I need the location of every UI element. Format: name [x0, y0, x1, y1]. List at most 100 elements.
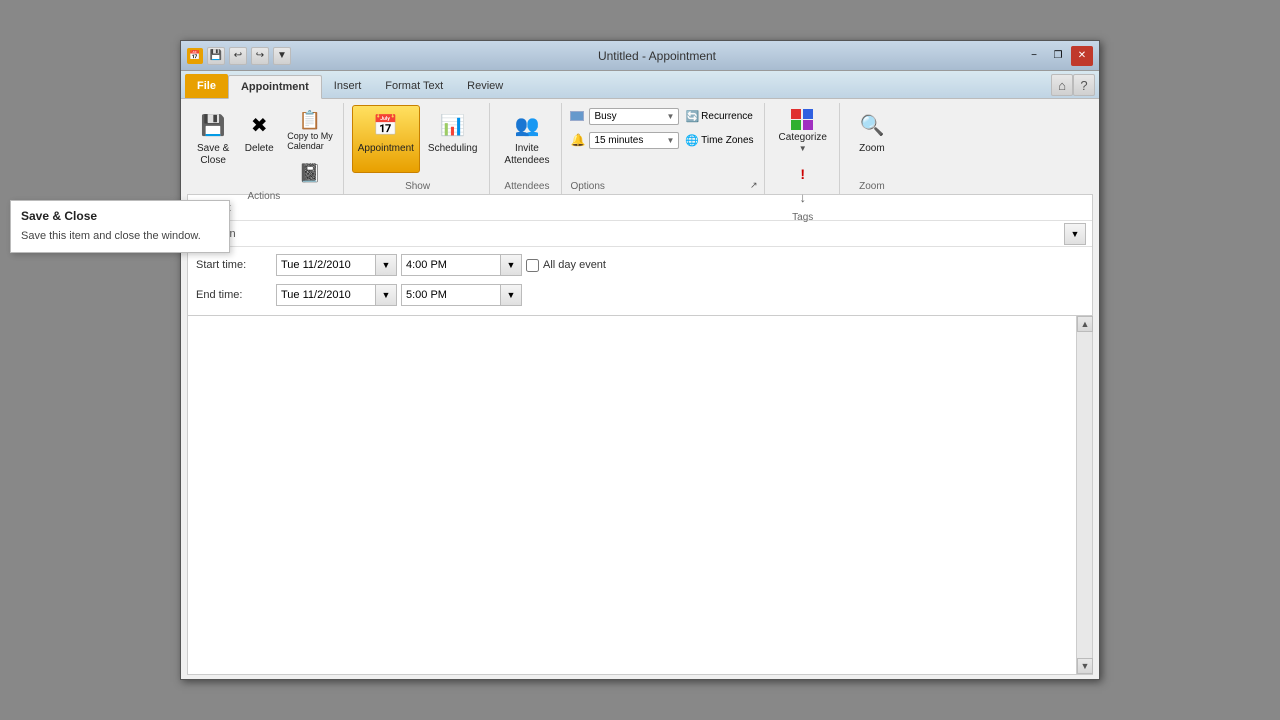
- tooltip-popup: Save & Close Save this item and close th…: [10, 200, 230, 253]
- scheduling-label: Scheduling: [428, 143, 477, 155]
- subject-row: Subject: [188, 195, 1092, 221]
- attendees-label: Attendees: [504, 179, 549, 192]
- delete-label: Delete: [245, 143, 274, 155]
- recurrence-icon: 🔄: [685, 110, 699, 123]
- start-date-dropdown[interactable]: ▼: [375, 254, 397, 276]
- copy-to-calendar-button[interactable]: 📋 Copy to MyCalendar: [283, 107, 337, 154]
- save-close-button[interactable]: 💾 Save &Close: [191, 105, 235, 173]
- ribbon-group-tags: Categorize ▼ ! ↓ Tags: [767, 103, 840, 194]
- reminder-icon: 🔔: [570, 133, 585, 147]
- location-input[interactable]: [264, 228, 1064, 240]
- tab-insert[interactable]: Insert: [322, 74, 374, 98]
- start-date-input[interactable]: Tue 11/2/2010: [276, 254, 376, 276]
- end-time-row: End time: Tue 11/2/2010 ▼ 5:00 PM ▼: [196, 281, 1084, 309]
- attendees-content: 👥 InviteAttendees: [498, 105, 555, 179]
- minutes-row: 🔔 15 minutes ▼ 🌐 Time Zones: [570, 129, 757, 151]
- onenote-button[interactable]: 📓: [283, 160, 337, 187]
- end-date-dropdown[interactable]: ▼: [375, 284, 397, 306]
- tooltip-title: Save & Close: [21, 209, 219, 223]
- all-day-label: All day event: [543, 259, 606, 271]
- zoom-label-group: Zoom: [859, 179, 885, 192]
- onenote-icon: 📓: [299, 163, 321, 184]
- ribbon-group-attendees: 👥 InviteAttendees Attendees: [492, 103, 562, 194]
- end-date-input[interactable]: Tue 11/2/2010: [276, 284, 376, 306]
- ribbon-group-actions: 💾 Save &Close ✖ Delete 📋 Copy to MyCalen…: [185, 103, 344, 194]
- save-close-icon: 💾: [197, 109, 229, 141]
- close-button[interactable]: ✕: [1071, 46, 1093, 66]
- end-time-label: End time:: [196, 289, 276, 301]
- qat-dropdown-btn[interactable]: ▼: [273, 47, 291, 65]
- show-content: 📅 Appointment 📊 Scheduling: [352, 105, 484, 179]
- appointment-label: Appointment: [358, 143, 414, 155]
- redo-qat-btn[interactable]: ↪: [251, 47, 269, 65]
- ribbon-group-zoom: 🔍 Zoom Zoom: [842, 103, 902, 194]
- recurrence-button[interactable]: 🔄 Recurrence: [681, 107, 756, 126]
- all-day-checkbox[interactable]: [526, 259, 539, 272]
- time-zones-button[interactable]: 🌐 Time Zones: [681, 131, 757, 150]
- tab-appointment[interactable]: Appointment: [228, 75, 322, 99]
- appointment-button[interactable]: 📅 Appointment: [352, 105, 420, 173]
- undo-qat-btn[interactable]: ↩: [229, 47, 247, 65]
- options-content: Busy ▼ 🔄 Recurrence 🔔 15 minutes ▼: [570, 105, 757, 179]
- importance-low-button[interactable]: ↓: [795, 187, 810, 208]
- zoom-button[interactable]: 🔍 Zoom: [850, 105, 894, 173]
- copy-calendar-label: Copy to MyCalendar: [287, 131, 333, 151]
- scheduling-button[interactable]: 📊 Scheduling: [422, 105, 483, 173]
- low-importance-icon: ↓: [799, 190, 806, 205]
- ribbon-tabs: File Appointment Insert Format Text Revi…: [181, 71, 1099, 99]
- importance-high-button[interactable]: !: [796, 163, 809, 185]
- body-textarea[interactable]: [188, 316, 1074, 674]
- zoom-icon: 🔍: [856, 109, 888, 141]
- categorize-button[interactable]: Categorize ▼: [773, 105, 833, 161]
- start-time-input[interactable]: 4:00 PM: [401, 254, 501, 276]
- ribbon-body: 💾 Save &Close ✖ Delete 📋 Copy to MyCalen…: [181, 99, 1099, 194]
- time-zones-label: Time Zones: [701, 135, 753, 146]
- body-content-area[interactable]: ▲ ▼: [187, 315, 1093, 675]
- zoom-content: 🔍 Zoom: [850, 105, 894, 179]
- minimize-button[interactable]: −: [1023, 46, 1045, 66]
- save-close-label: Save &Close: [197, 143, 229, 167]
- actions-content: 💾 Save &Close ✖ Delete 📋 Copy to MyCalen…: [191, 105, 337, 189]
- recurrence-label: Recurrence: [701, 111, 753, 122]
- end-time-input[interactable]: 5:00 PM: [401, 284, 501, 306]
- options-label: Options: [570, 179, 604, 192]
- vertical-scrollbar[interactable]: ▲ ▼: [1076, 316, 1092, 674]
- window-title: Untitled - Appointment: [291, 49, 1023, 63]
- cat-purple: [803, 120, 813, 130]
- categorize-icon: [791, 109, 815, 130]
- title-bar: 📅 💾 ↩ ↪ ▼ Untitled - Appointment − ❐ ✕: [181, 41, 1099, 71]
- start-time-row: Start time: Tue 11/2/2010 ▼ 4:00 PM ▼ Al…: [196, 251, 1084, 279]
- title-bar-left: 📅 💾 ↩ ↪ ▼: [187, 47, 291, 65]
- tab-file[interactable]: File: [185, 74, 228, 98]
- busy-dropdown[interactable]: Busy ▼: [589, 108, 679, 125]
- minutes-dropdown[interactable]: 15 minutes ▼: [589, 132, 679, 149]
- help-button[interactable]: ?: [1073, 74, 1095, 96]
- cat-red: [791, 109, 801, 119]
- subject-input[interactable]: [264, 202, 1086, 214]
- category-colors: [791, 109, 815, 130]
- invite-icon: 👥: [511, 109, 543, 141]
- options-expand-icon[interactable]: ↗: [750, 180, 758, 191]
- start-time-dropdown[interactable]: ▼: [500, 254, 522, 276]
- end-time-dropdown[interactable]: ▼: [500, 284, 522, 306]
- scroll-track: [1077, 332, 1092, 658]
- categorize-label: Categorize: [779, 132, 827, 144]
- tab-review[interactable]: Review: [455, 74, 515, 98]
- zoom-label: Zoom: [859, 143, 885, 155]
- invite-label: InviteAttendees: [504, 143, 549, 167]
- invite-attendees-button[interactable]: 👥 InviteAttendees: [498, 105, 555, 173]
- home-button[interactable]: ⌂: [1051, 74, 1073, 96]
- categorize-arrow: ▼: [799, 144, 807, 153]
- scroll-down-arrow[interactable]: ▼: [1077, 658, 1093, 674]
- tab-format-text[interactable]: Format Text: [373, 74, 455, 98]
- restore-button[interactable]: ❐: [1047, 46, 1069, 66]
- location-dropdown-btn[interactable]: ▼: [1064, 223, 1086, 245]
- ribbon-group-options: Busy ▼ 🔄 Recurrence 🔔 15 minutes ▼: [564, 103, 764, 194]
- scroll-up-arrow[interactable]: ▲: [1077, 316, 1093, 332]
- busy-icon: [570, 111, 584, 121]
- show-label: Show: [405, 179, 430, 192]
- delete-button[interactable]: ✖ Delete: [237, 105, 281, 173]
- globe-icon: 🌐: [685, 134, 699, 147]
- save-qat-btn[interactable]: 💾: [207, 47, 225, 65]
- time-area: Start time: Tue 11/2/2010 ▼ 4:00 PM ▼ Al…: [187, 247, 1093, 315]
